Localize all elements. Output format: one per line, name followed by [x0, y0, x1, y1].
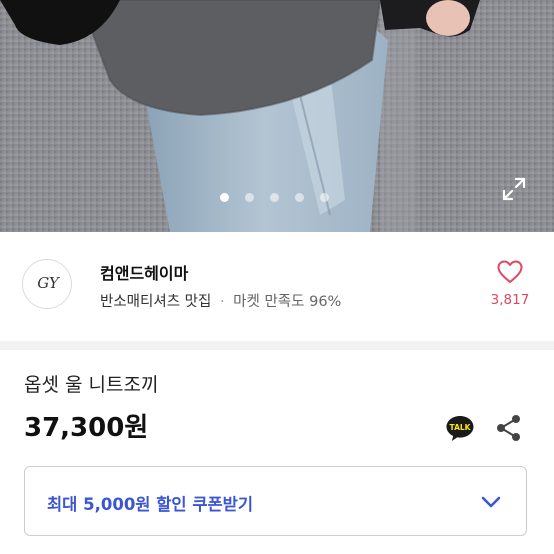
coupon-download-button[interactable]: 최대 5,000원 할인 쿠폰받기 — [24, 466, 527, 536]
coupon-label: 최대 5,000원 할인 쿠폰받기 — [47, 495, 254, 514]
like-button[interactable]: 3,817 — [486, 260, 534, 316]
seller-logo-text: GY — [37, 274, 59, 292]
product-image-gallery[interactable] — [0, 0, 554, 232]
product-price: 37,300원 — [24, 413, 149, 443]
gallery-dot[interactable] — [270, 193, 279, 202]
seller-logo[interactable]: GY — [22, 259, 72, 309]
seller-name[interactable]: 컴앤드헤이마 — [100, 260, 188, 284]
like-count: 3,817 — [490, 292, 530, 308]
talk-chat-button[interactable]: TALK — [445, 414, 475, 442]
gallery-dot[interactable] — [295, 193, 304, 202]
market-satisfaction: 마켓 만족도 96% — [233, 294, 342, 310]
gallery-pagination — [0, 193, 554, 203]
expand-icon[interactable] — [500, 175, 528, 203]
separator: · — [219, 294, 225, 310]
talk-icon: TALK — [446, 416, 474, 441]
gallery-dot-active[interactable] — [220, 193, 229, 202]
chevron-down-icon — [481, 496, 501, 508]
seller-subtitle: 반소매티셔츠 맛집 · 마켓 만족도 96% — [100, 290, 341, 311]
seller-tagline: 반소매티셔츠 맛집 — [100, 294, 212, 310]
product-name: 옵셋 울 니트조끼 — [24, 374, 159, 396]
section-divider — [0, 341, 554, 350]
talk-badge-text: TALK — [450, 423, 472, 432]
gallery-dot[interactable] — [320, 193, 329, 202]
share-icon — [497, 415, 520, 441]
seller-info: GY 컴앤드헤이마 반소매티셔츠 맛집 · 마켓 만족도 96% 3,817 — [0, 232, 554, 341]
gallery-dot[interactable] — [245, 193, 254, 202]
heart-outline-icon — [497, 260, 523, 283]
share-button[interactable] — [496, 414, 522, 442]
